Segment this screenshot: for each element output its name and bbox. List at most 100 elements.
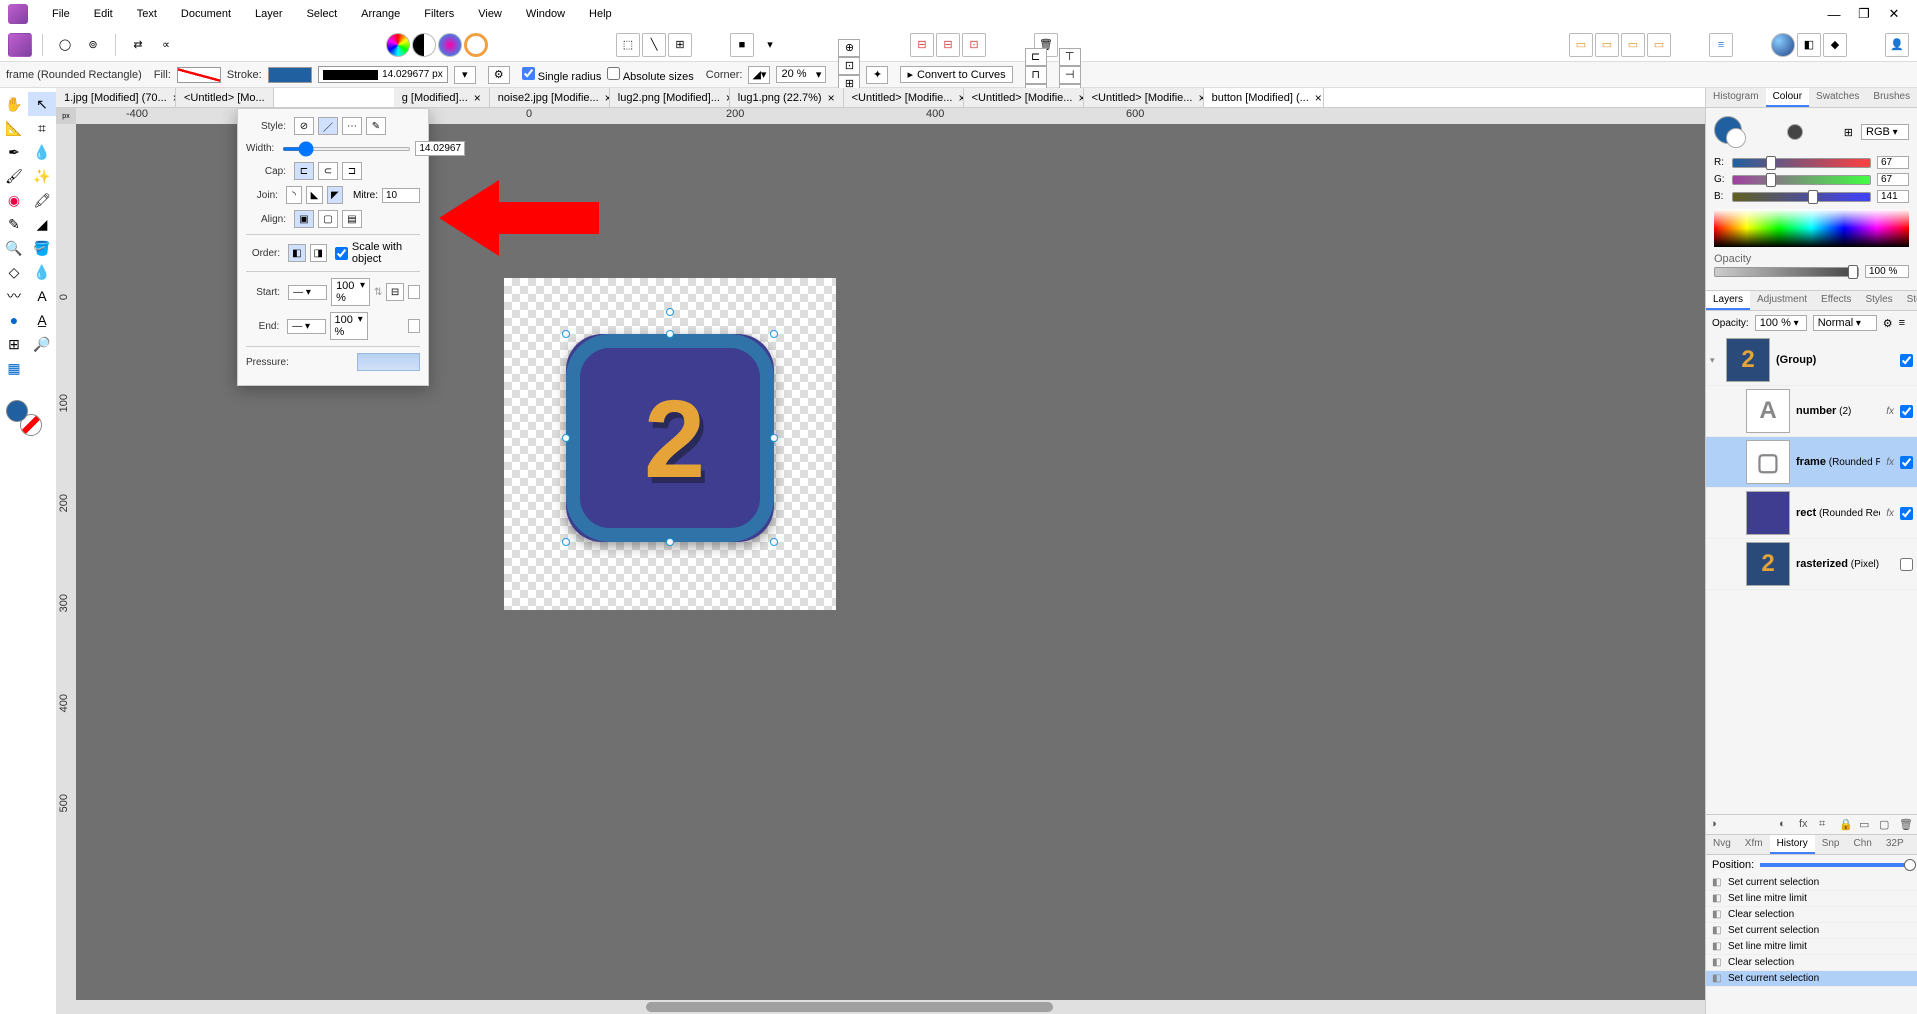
drop-tool-icon[interactable]: 💧 bbox=[28, 260, 56, 284]
menu-edit[interactable]: Edit bbox=[82, 4, 125, 24]
mirror-icon[interactable]: ⇄ bbox=[126, 33, 150, 57]
align1-icon[interactable]: ⊟ bbox=[910, 33, 934, 57]
ruler-unit[interactable]: px bbox=[56, 108, 76, 124]
snap2-icon[interactable]: ⊡ bbox=[838, 57, 860, 75]
zoom-tool-icon[interactable]: 🔍 bbox=[0, 236, 28, 260]
order-behind-icon[interactable]: ◧ bbox=[288, 244, 305, 262]
end-color-swatch[interactable] bbox=[408, 319, 420, 333]
r-input[interactable] bbox=[1877, 156, 1909, 169]
menu-document[interactable]: Document bbox=[169, 4, 243, 24]
gear-icon[interactable]: ⚙ bbox=[488, 66, 510, 84]
ruler-vertical[interactable]: 0 100 200 300 400 500 bbox=[56, 124, 76, 1014]
close-icon[interactable]: × bbox=[828, 91, 835, 105]
mitre-input[interactable] bbox=[382, 188, 420, 203]
align-t-icon[interactable]: ⊤ bbox=[1059, 48, 1081, 66]
width-input[interactable] bbox=[415, 141, 465, 156]
doc-tab-5[interactable]: lug1.png (22.7%)× bbox=[730, 88, 844, 107]
history-item[interactable]: Set current selection bbox=[1706, 875, 1917, 891]
tab-xfm[interactable]: Xfm bbox=[1738, 835, 1770, 854]
stroke-dropdown[interactable]: ▾ bbox=[454, 66, 476, 84]
arrange1-icon[interactable]: ▭ bbox=[1569, 33, 1593, 57]
crop-icon[interactable]: ◯ bbox=[53, 33, 77, 57]
tab-nvg[interactable]: Nvg bbox=[1706, 835, 1738, 854]
layer-add-icon[interactable]: ▢ bbox=[1879, 818, 1893, 832]
join-miter-icon[interactable]: ◤ bbox=[327, 186, 343, 204]
g-input[interactable] bbox=[1877, 173, 1909, 186]
arrange3-icon[interactable]: ▭ bbox=[1621, 33, 1645, 57]
target-icon[interactable]: ⊚ bbox=[81, 33, 105, 57]
hand-tool-icon[interactable]: ✋ bbox=[0, 92, 28, 116]
menu-select[interactable]: Select bbox=[295, 4, 350, 24]
fill-swatch[interactable] bbox=[177, 67, 221, 83]
text-tool-icon[interactable]: A bbox=[28, 284, 56, 308]
style-dash-icon[interactable]: ⋯ bbox=[342, 117, 362, 135]
selection-handle[interactable] bbox=[562, 538, 570, 546]
layer-group-icon[interactable]: ▭ bbox=[1859, 818, 1873, 832]
stamp-tool-icon[interactable]: 🖍 bbox=[28, 188, 56, 212]
square-icon[interactable]: ■ bbox=[730, 33, 754, 57]
window-minimize[interactable]: — bbox=[1827, 7, 1841, 21]
window-maximize[interactable]: ❐ bbox=[1857, 7, 1871, 21]
selection-handle[interactable] bbox=[770, 538, 778, 546]
3d-sphere-icon[interactable] bbox=[1771, 33, 1795, 57]
rgb-icon[interactable] bbox=[386, 33, 410, 57]
document-canvas[interactable]: 2 bbox=[504, 278, 836, 610]
layer-visible-checkbox[interactable] bbox=[1900, 354, 1913, 367]
layer-menu-icon[interactable]: ≡ bbox=[1899, 317, 1905, 329]
tab-stock[interactable]: Stock bbox=[1900, 291, 1917, 310]
arrange4-icon[interactable]: ▭ bbox=[1647, 33, 1671, 57]
gradient-icon[interactable]: ◢ bbox=[28, 212, 56, 236]
doc-tab-8[interactable]: <Untitled> [Modifie...× bbox=[1084, 88, 1204, 107]
snap5-icon[interactable]: ✦ bbox=[866, 66, 888, 84]
selection-handle[interactable] bbox=[666, 538, 674, 546]
spectrum-picker[interactable] bbox=[1714, 209, 1909, 247]
3d-cyl-icon[interactable]: ◆ bbox=[1823, 33, 1847, 57]
menu-filters[interactable]: Filters bbox=[412, 4, 466, 24]
selection-handle[interactable] bbox=[666, 308, 674, 316]
layer-gear-icon[interactable]: ⚙ bbox=[1883, 317, 1893, 330]
layer-fx-icon[interactable]: fx bbox=[1799, 818, 1813, 832]
tab-adjustment[interactable]: Adjustment bbox=[1750, 291, 1814, 310]
start-color-swatch[interactable] bbox=[408, 285, 420, 299]
doc-tab-0[interactable]: 1.jpg [Modified] (70...× bbox=[56, 88, 176, 107]
foreground-color-icon[interactable] bbox=[6, 400, 28, 422]
shape-tool-icon[interactable]: ● bbox=[0, 308, 28, 332]
history-item[interactable]: Set current selection bbox=[1706, 923, 1917, 939]
stroke-width-preview[interactable]: 14.029677 px bbox=[318, 66, 448, 83]
absolute-sizes-checkbox[interactable]: Absolute sizes bbox=[607, 67, 693, 83]
history-item[interactable]: Clear selection bbox=[1706, 955, 1917, 971]
tab-layers[interactable]: Layers bbox=[1706, 291, 1750, 310]
layer-delete-icon[interactable]: 🗑 bbox=[1899, 818, 1913, 832]
selection-handle[interactable] bbox=[562, 330, 570, 338]
align-m-icon[interactable]: ⊣ bbox=[1059, 66, 1081, 84]
layer-item[interactable]: ▾2(Group) bbox=[1706, 335, 1917, 386]
eyedropper-tool-icon[interactable]: 💧 bbox=[28, 140, 56, 164]
layer-visible-checkbox[interactable] bbox=[1900, 558, 1913, 571]
order-front-icon[interactable]: ◨ bbox=[310, 244, 327, 262]
menu-window[interactable]: Window bbox=[514, 4, 577, 24]
tab-32p[interactable]: 32P bbox=[1879, 835, 1911, 854]
canvas-area[interactable]: px -400 -200 0 200 400 600 0 100 200 300… bbox=[56, 108, 1705, 1014]
crop-tool-icon[interactable]: ⌗ bbox=[28, 116, 56, 140]
close-icon[interactable]: × bbox=[1315, 91, 1322, 105]
r-slider[interactable] bbox=[1732, 158, 1871, 168]
start-arrow-combo[interactable]: — ▾ bbox=[288, 285, 327, 300]
selection-handle[interactable] bbox=[770, 330, 778, 338]
doc-tab-4[interactable]: lug2.png [Modified]...× bbox=[610, 88, 730, 107]
menu-help[interactable]: Help bbox=[577, 4, 624, 24]
history-slider[interactable] bbox=[1760, 863, 1911, 867]
doc-tab-9[interactable]: button [Modified] (...× bbox=[1204, 88, 1324, 107]
grid-icon[interactable]: ⊞ bbox=[668, 33, 692, 57]
menu-layer[interactable]: Layer bbox=[243, 4, 295, 24]
corner-type[interactable]: ◢▾ bbox=[748, 66, 770, 84]
tab-colour[interactable]: Colour bbox=[1766, 88, 1809, 107]
layer-mask-icon[interactable]: ◑ bbox=[1710, 818, 1724, 832]
3d-cube-icon[interactable]: ◧ bbox=[1797, 33, 1821, 57]
end-size-combo[interactable]: 100 % ▾ bbox=[330, 312, 368, 340]
line-icon[interactable]: ╲ bbox=[642, 33, 666, 57]
opacity-input[interactable] bbox=[1865, 265, 1909, 278]
menu-arrange[interactable]: Arrange bbox=[349, 4, 412, 24]
pressure-button[interactable] bbox=[357, 353, 420, 371]
layer-blend-combo[interactable]: Normal ▾ bbox=[1813, 315, 1877, 331]
tab-effects[interactable]: Effects bbox=[1814, 291, 1858, 310]
